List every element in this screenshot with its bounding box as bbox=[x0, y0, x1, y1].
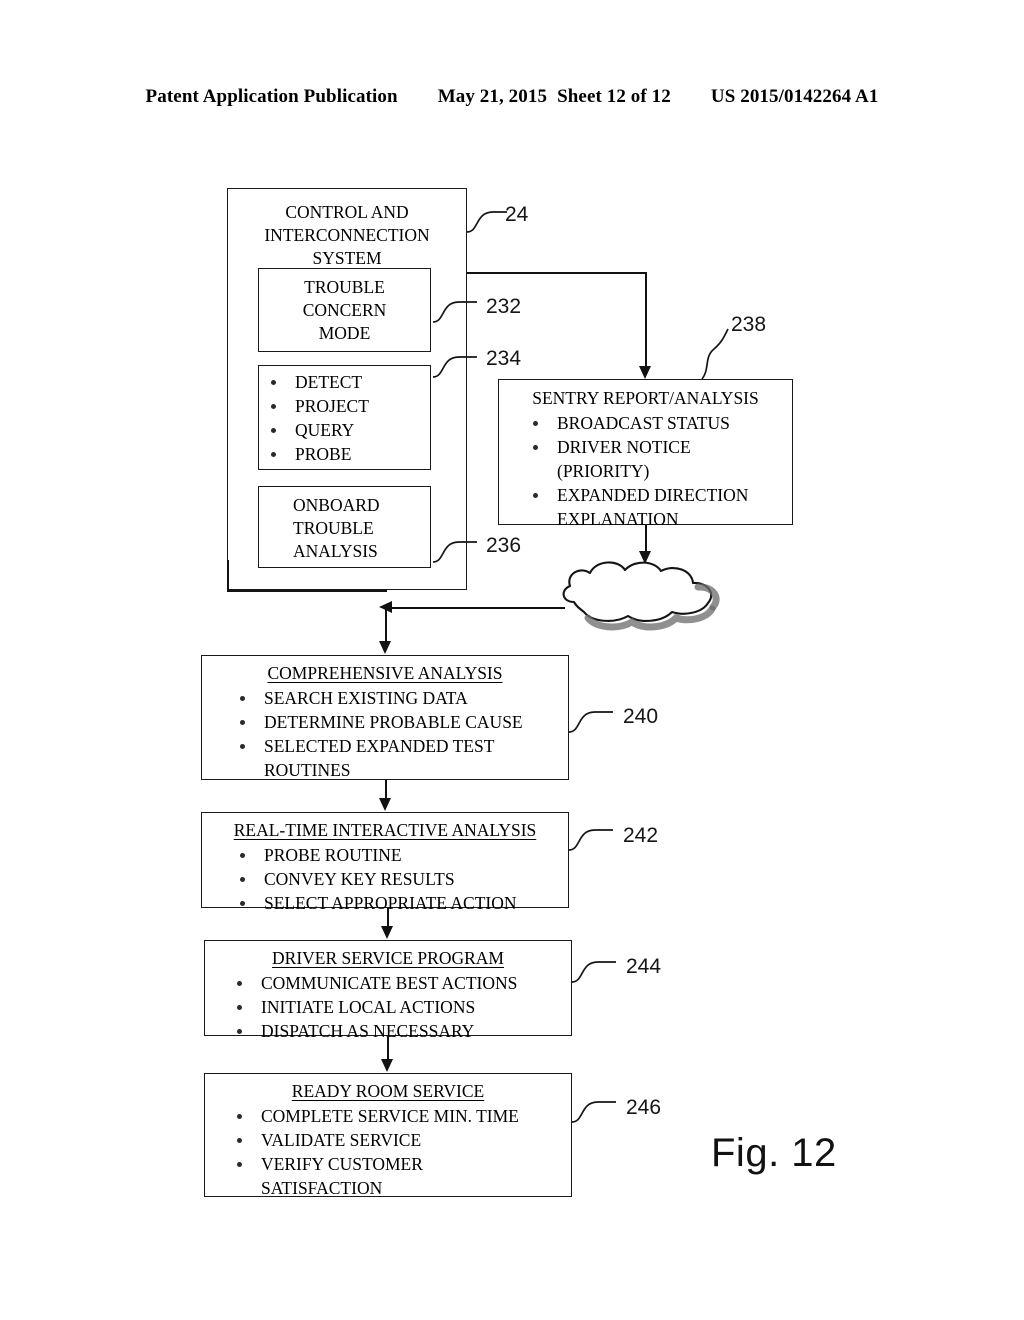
reference-number-242: 242 bbox=[623, 824, 659, 847]
reference-number-234: 234 bbox=[486, 347, 522, 370]
real-time-interactive-analysis-box: REAL-TIME INTERACTIVE ANALYSIS PROBE ROU… bbox=[201, 812, 573, 913]
list-item: DETERMINE PROBABLE CAUSE bbox=[238, 711, 568, 734]
list-item: COMPLETE SERVICE MIN. TIME bbox=[235, 1105, 571, 1128]
reference-number-244: 244 bbox=[626, 955, 662, 978]
list-item: BROADCAST STATUS bbox=[531, 412, 792, 435]
onboard-trouble-analysis-title: ONBOARD TROUBLE ANALYSIS bbox=[293, 495, 380, 562]
list-item: INITIATE LOCAL ACTIONS bbox=[235, 996, 571, 1019]
list-item: VALIDATE SERVICE bbox=[235, 1129, 571, 1152]
leader-line-234 bbox=[432, 356, 477, 378]
sentry-report-title: SENTRY REPORT/ANALYSIS bbox=[532, 388, 759, 408]
driver-service-program-title: DRIVER SERVICE PROGRAM bbox=[272, 948, 504, 968]
ready-room-service-title: READY ROOM SERVICE bbox=[291, 1081, 485, 1101]
leader-line-244 bbox=[571, 961, 616, 983]
header-date: May 21, 2015 bbox=[437, 86, 548, 107]
reference-number-238: 238 bbox=[731, 313, 767, 336]
header-sheet-number: Sheet 12 of 12 bbox=[557, 86, 671, 107]
arrow-into-sentry-box bbox=[639, 366, 651, 379]
sentry-report-analysis-box: SENTRY REPORT/ANALYSIS BROADCAST STATUS … bbox=[498, 379, 797, 529]
header-publication-number: US 2015/0142264 A1 bbox=[710, 86, 879, 107]
connector-control-to-sentry-horizontal bbox=[467, 272, 647, 274]
connector-comprehensive-to-realtime bbox=[385, 780, 387, 800]
real-time-analysis-list: PROBE ROUTINE CONVEY KEY RESULTS SELECT … bbox=[202, 844, 568, 915]
leader-line-236 bbox=[432, 541, 477, 563]
reference-number-246: 246 bbox=[626, 1096, 662, 1119]
reference-number-240: 240 bbox=[623, 705, 659, 728]
list-item: DISPATCH AS NECESSARY bbox=[235, 1020, 571, 1043]
arrow-into-comprehensive-analysis bbox=[379, 641, 391, 654]
list-item-continuation: SATISFACTION bbox=[261, 1178, 383, 1199]
comprehensive-analysis-title: COMPREHENSIVE ANALYSIS bbox=[267, 663, 503, 683]
detect-project-query-probe-box: DETECT PROJECT QUERY PROBE bbox=[258, 365, 435, 474]
real-time-analysis-title: REAL-TIME INTERACTIVE ANALYSIS bbox=[233, 820, 537, 840]
list-item: CONVEY KEY RESULTS bbox=[238, 868, 568, 891]
comprehensive-analysis-box: COMPREHENSIVE ANALYSIS SEARCH EXISTING D… bbox=[201, 655, 573, 784]
connector-control-to-sentry-vertical bbox=[645, 272, 647, 366]
onboard-trouble-analysis-box: ONBOARD TROUBLE ANALYSIS bbox=[258, 486, 435, 572]
arrow-into-real-time-analysis bbox=[379, 798, 391, 811]
connector-realtime-to-driver-service bbox=[387, 908, 389, 928]
page-header: Patent Application Publication May 21, 20… bbox=[0, 86, 1024, 108]
control-system-title: CONTROL AND INTERCONNECTION SYSTEM bbox=[264, 202, 430, 269]
list-item: VERIFY CUSTOMER bbox=[235, 1153, 571, 1176]
list-item: PROJECT bbox=[269, 395, 430, 418]
list-item: DETECT bbox=[269, 371, 430, 394]
list-item: QUERY bbox=[269, 419, 430, 442]
reference-number-232: 232 bbox=[486, 295, 522, 318]
leader-line-246 bbox=[571, 1101, 616, 1123]
figure-caption: Fig. 12 bbox=[711, 1131, 837, 1175]
network-cloud bbox=[556, 556, 736, 634]
list-item: SELECT APPROPRIATE ACTION bbox=[238, 892, 568, 915]
comprehensive-analysis-list: SEARCH EXISTING DATA DETERMINE PROBABLE … bbox=[202, 687, 568, 782]
leader-line-242 bbox=[568, 829, 613, 851]
detect-list: DETECT PROJECT QUERY PROBE bbox=[259, 371, 430, 466]
trouble-concern-mode-box: TROUBLE CONCERN MODE bbox=[258, 268, 435, 356]
list-item: PROBE bbox=[269, 443, 430, 466]
list-item: PROBE ROUTINE bbox=[238, 844, 568, 867]
list-item-continuation: ROUTINES bbox=[264, 760, 351, 781]
list-item: SELECTED EXPANDED TEST bbox=[238, 735, 568, 758]
connector-control-system-bottom-to-junction bbox=[227, 590, 387, 592]
reference-number-24: 24 bbox=[505, 203, 529, 226]
ready-room-service-box: READY ROOM SERVICE COMPLETE SERVICE MIN.… bbox=[204, 1073, 576, 1201]
list-item: DRIVER NOTICE bbox=[531, 436, 792, 459]
list-item: SEARCH EXISTING DATA bbox=[238, 687, 568, 710]
connector-cloud-to-comprehensive-vertical bbox=[385, 607, 387, 643]
leader-line-232 bbox=[432, 301, 477, 323]
sentry-report-list: BROADCAST STATUS DRIVER NOTICE (PRIORITY… bbox=[499, 412, 792, 531]
list-item: EXPANDED DIRECTION bbox=[531, 484, 792, 507]
arrow-into-driver-service-program bbox=[381, 926, 393, 939]
connector-driver-service-to-ready-room bbox=[387, 1036, 389, 1061]
driver-service-program-box: DRIVER SERVICE PROGRAM COMMUNICATE BEST … bbox=[204, 940, 576, 1041]
leader-line-240 bbox=[568, 711, 613, 733]
list-item: COMMUNICATE BEST ACTIONS bbox=[235, 972, 571, 995]
arrow-into-cloud bbox=[639, 551, 651, 564]
connector-control-system-bottom-left bbox=[227, 560, 229, 591]
reference-number-236: 236 bbox=[486, 534, 522, 557]
ready-room-service-list: COMPLETE SERVICE MIN. TIME VALIDATE SERV… bbox=[205, 1105, 571, 1200]
connector-cloud-to-comprehensive-horizontal bbox=[385, 607, 565, 609]
list-item-continuation: EXPLANATION bbox=[557, 509, 679, 530]
driver-service-program-list: COMMUNICATE BEST ACTIONS INITIATE LOCAL … bbox=[205, 972, 571, 1043]
list-item-continuation: (PRIORITY) bbox=[557, 461, 650, 482]
header-publication-title: Patent Application Publication bbox=[145, 86, 398, 107]
trouble-concern-mode-title: TROUBLE CONCERN MODE bbox=[302, 277, 387, 344]
arrow-into-ready-room-service bbox=[381, 1059, 393, 1072]
